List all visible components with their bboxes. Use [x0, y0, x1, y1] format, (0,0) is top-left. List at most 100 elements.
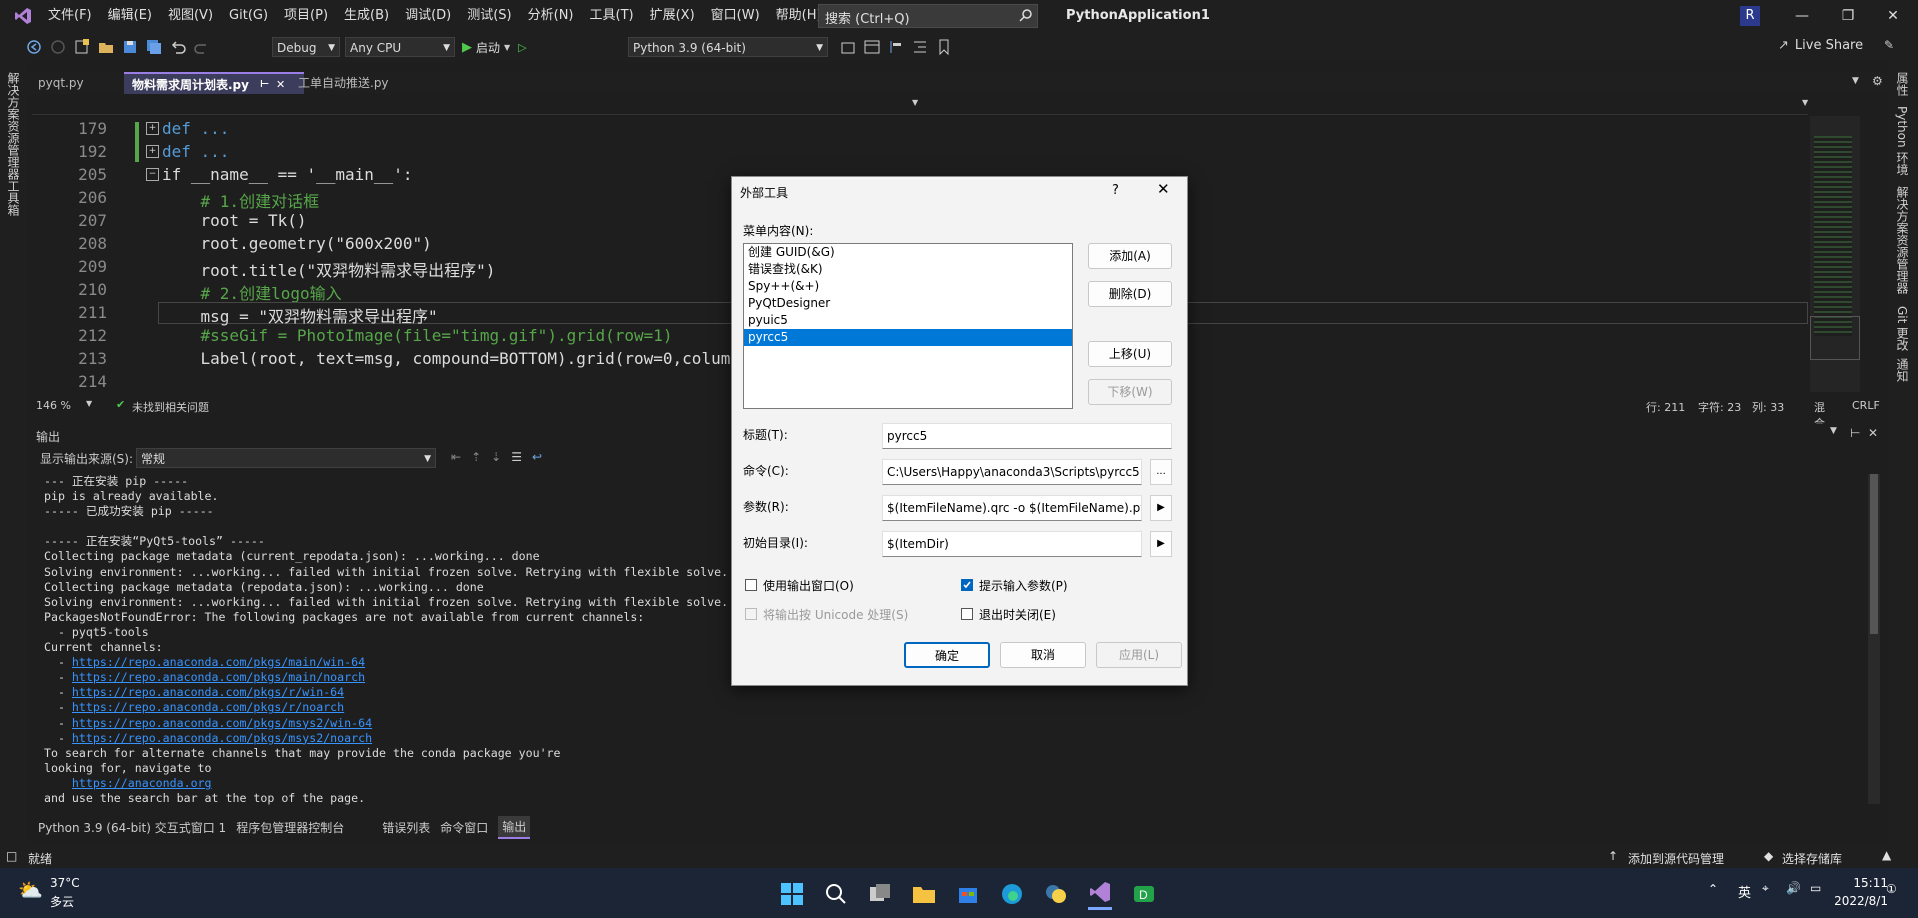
menu-item[interactable]: 测试(S): [459, 0, 519, 32]
eol-mode[interactable]: CRLF: [1852, 399, 1880, 412]
bookmark-icon[interactable]: [935, 38, 953, 56]
visual-studio-taskbar-icon[interactable]: [1088, 880, 1112, 910]
close-on-exit-checkbox[interactable]: [961, 608, 973, 620]
output-link[interactable]: https://repo.anaconda.com/pkgs/msys2/win…: [72, 716, 372, 730]
minimap[interactable]: [1810, 116, 1860, 392]
weather-temp[interactable]: 37°C: [50, 876, 80, 890]
search-taskbar-icon[interactable]: [824, 882, 848, 909]
menu-item[interactable]: 项目(P): [276, 0, 336, 32]
chevron-down-icon[interactable]: ▼: [1830, 426, 1837, 436]
settings-gear-icon[interactable]: ⚙: [1872, 74, 1883, 88]
move-down-button[interactable]: 下移(W): [1088, 379, 1172, 405]
menu-item[interactable]: 分析(N): [520, 0, 582, 32]
menu-contents-list[interactable]: 创建 GUID(&G) 错误查找(&K) Spy++(&+) PyQtDesigner…: [743, 243, 1073, 409]
volume-icon[interactable]: 🔊: [1786, 881, 1801, 895]
feedback-icon[interactable]: ✎: [1884, 38, 1894, 52]
weather-desc[interactable]: 多云: [50, 893, 74, 910]
weather-icon[interactable]: ⛅: [18, 878, 43, 902]
notification-bell-icon[interactable]: ▲: [1882, 848, 1891, 862]
output-link[interactable]: https://repo.anaconda.com/pkgs/r/win-64: [72, 685, 344, 699]
find-message-icon[interactable]: ⇤: [451, 450, 461, 464]
prompt-args-label[interactable]: 提示输入参数(P): [979, 577, 1068, 594]
maximize-button[interactable]: ❐: [1833, 4, 1863, 28]
edge-icon[interactable]: [1000, 882, 1024, 909]
output-scrollbar[interactable]: [1868, 474, 1880, 804]
menu-item[interactable]: 窗口(W): [703, 0, 768, 32]
command-input[interactable]: C:\Users\Happy\anaconda3\Scripts\pyrcc5.…: [882, 459, 1142, 485]
apply-button[interactable]: 应用(L): [1096, 642, 1182, 668]
select-repository[interactable]: 选择存储库: [1782, 850, 1842, 867]
solution-explorer-right-tab[interactable]: 解决方案资源管理器: [1894, 186, 1911, 294]
indent-icon[interactable]: [911, 38, 929, 56]
avatar[interactable]: R: [1740, 6, 1760, 26]
clock-time[interactable]: 15:11: [1848, 876, 1888, 890]
cursor-char[interactable]: 字符: 23: [1698, 399, 1741, 415]
save-icon[interactable]: [121, 38, 139, 56]
help-button[interactable]: ?: [1112, 183, 1119, 198]
collapse-icon[interactable]: −: [146, 168, 159, 181]
tab-output[interactable]: 输出: [498, 815, 531, 839]
python-env-tab[interactable]: Python 环境: [1894, 106, 1911, 175]
menu-item[interactable]: 视图(V): [160, 0, 221, 32]
arguments-input[interactable]: $(ItemFileName).qrc -o $(ItemFileName).p…: [882, 495, 1142, 521]
minimize-button[interactable]: —: [1787, 4, 1817, 28]
tab-interactive-window[interactable]: Python 3.9 (64-bit) 交互式窗口 1: [38, 819, 226, 836]
cursor-col[interactable]: 列: 33: [1752, 399, 1784, 415]
prompt-args-checkbox[interactable]: [961, 579, 973, 591]
search-box[interactable]: 搜索 (Ctrl+Q): [818, 4, 1038, 28]
cursor-line[interactable]: 行: 211: [1646, 399, 1685, 415]
tool-list-item[interactable]: pyuic5: [744, 312, 1072, 329]
next-message-icon[interactable]: ⇣: [491, 450, 501, 464]
cancel-button[interactable]: 取消: [1000, 642, 1086, 668]
prev-message-icon[interactable]: ⇡: [471, 450, 481, 464]
tab-list-icon[interactable]: ▼: [1852, 76, 1859, 86]
store-icon[interactable]: [956, 882, 980, 909]
use-output-window-label[interactable]: 使用输出窗口(O): [763, 577, 854, 594]
menu-item[interactable]: 文件(F): [40, 0, 100, 32]
pin-icon[interactable]: ⊢: [1850, 426, 1860, 440]
initial-dir-menu-button[interactable]: ▶: [1150, 531, 1172, 557]
add-source-control[interactable]: 添加到源代码管理: [1628, 850, 1724, 867]
clear-all-icon[interactable]: ☰: [511, 450, 522, 464]
tab-pyqt[interactable]: pyqt.py: [30, 72, 92, 94]
toolbox-icon[interactable]: [839, 38, 857, 56]
platform-dropdown[interactable]: Any CPU ▼: [345, 37, 455, 57]
delete-button[interactable]: 删除(D): [1088, 281, 1172, 307]
output-link[interactable]: https://anaconda.org: [72, 776, 212, 790]
tab-package-console[interactable]: 程序包管理器控制台: [236, 819, 344, 836]
align-icon[interactable]: [887, 38, 905, 56]
close-on-exit-label[interactable]: 退出时关闭(E): [979, 606, 1056, 623]
menu-item[interactable]: 生成(B): [336, 0, 397, 32]
menu-item[interactable]: 调试(D): [397, 0, 459, 32]
tool-list-item[interactable]: pyrcc5: [744, 329, 1072, 346]
chevron-down-icon[interactable]: ▼: [86, 399, 92, 408]
new-project-icon[interactable]: [73, 38, 91, 56]
notifications-tab[interactable]: 通知: [1894, 358, 1911, 382]
tab-material-plan[interactable]: 物料需求周计划表.py ⊢ ✕: [124, 72, 304, 94]
python-env-dropdown[interactable]: Python 3.9 (64-bit) ▼: [628, 37, 828, 57]
chevron-down-icon[interactable]: ▼: [1802, 98, 1808, 107]
pin-icon[interactable]: ⊢: [260, 74, 269, 96]
live-share-button[interactable]: ↗ Live Share: [1778, 38, 1863, 53]
start-without-debug-icon[interactable]: ▷: [518, 41, 526, 54]
python-idle-icon[interactable]: [1044, 882, 1068, 909]
minimap-viewport[interactable]: [1810, 316, 1860, 360]
move-up-button[interactable]: 上移(U): [1088, 341, 1172, 367]
menu-item[interactable]: Git(G): [221, 0, 276, 32]
word-wrap-icon[interactable]: ↩: [532, 450, 542, 464]
open-folder-icon[interactable]: [97, 38, 115, 56]
unicode-output-checkbox[interactable]: [745, 608, 757, 620]
file-explorer-icon[interactable]: [912, 882, 936, 909]
close-window-button[interactable]: ✕: [1878, 4, 1908, 28]
layout-icon[interactable]: [863, 38, 881, 56]
input-language[interactable]: 英: [1738, 882, 1751, 901]
chevron-down-icon[interactable]: ▼: [912, 98, 918, 107]
menu-item[interactable]: 扩展(X): [642, 0, 703, 32]
app-d-icon[interactable]: D: [1132, 882, 1156, 909]
zoom-level[interactable]: 146 %: [36, 399, 71, 412]
wifi-icon[interactable]: ⌖: [1762, 881, 1769, 896]
clock-date[interactable]: 2022/8/1: [1828, 894, 1888, 908]
expand-icon[interactable]: +: [146, 122, 159, 135]
git-changes-tab[interactable]: Git 更改: [1894, 306, 1911, 351]
output-link[interactable]: https://repo.anaconda.com/pkgs/main/noar…: [72, 670, 365, 684]
